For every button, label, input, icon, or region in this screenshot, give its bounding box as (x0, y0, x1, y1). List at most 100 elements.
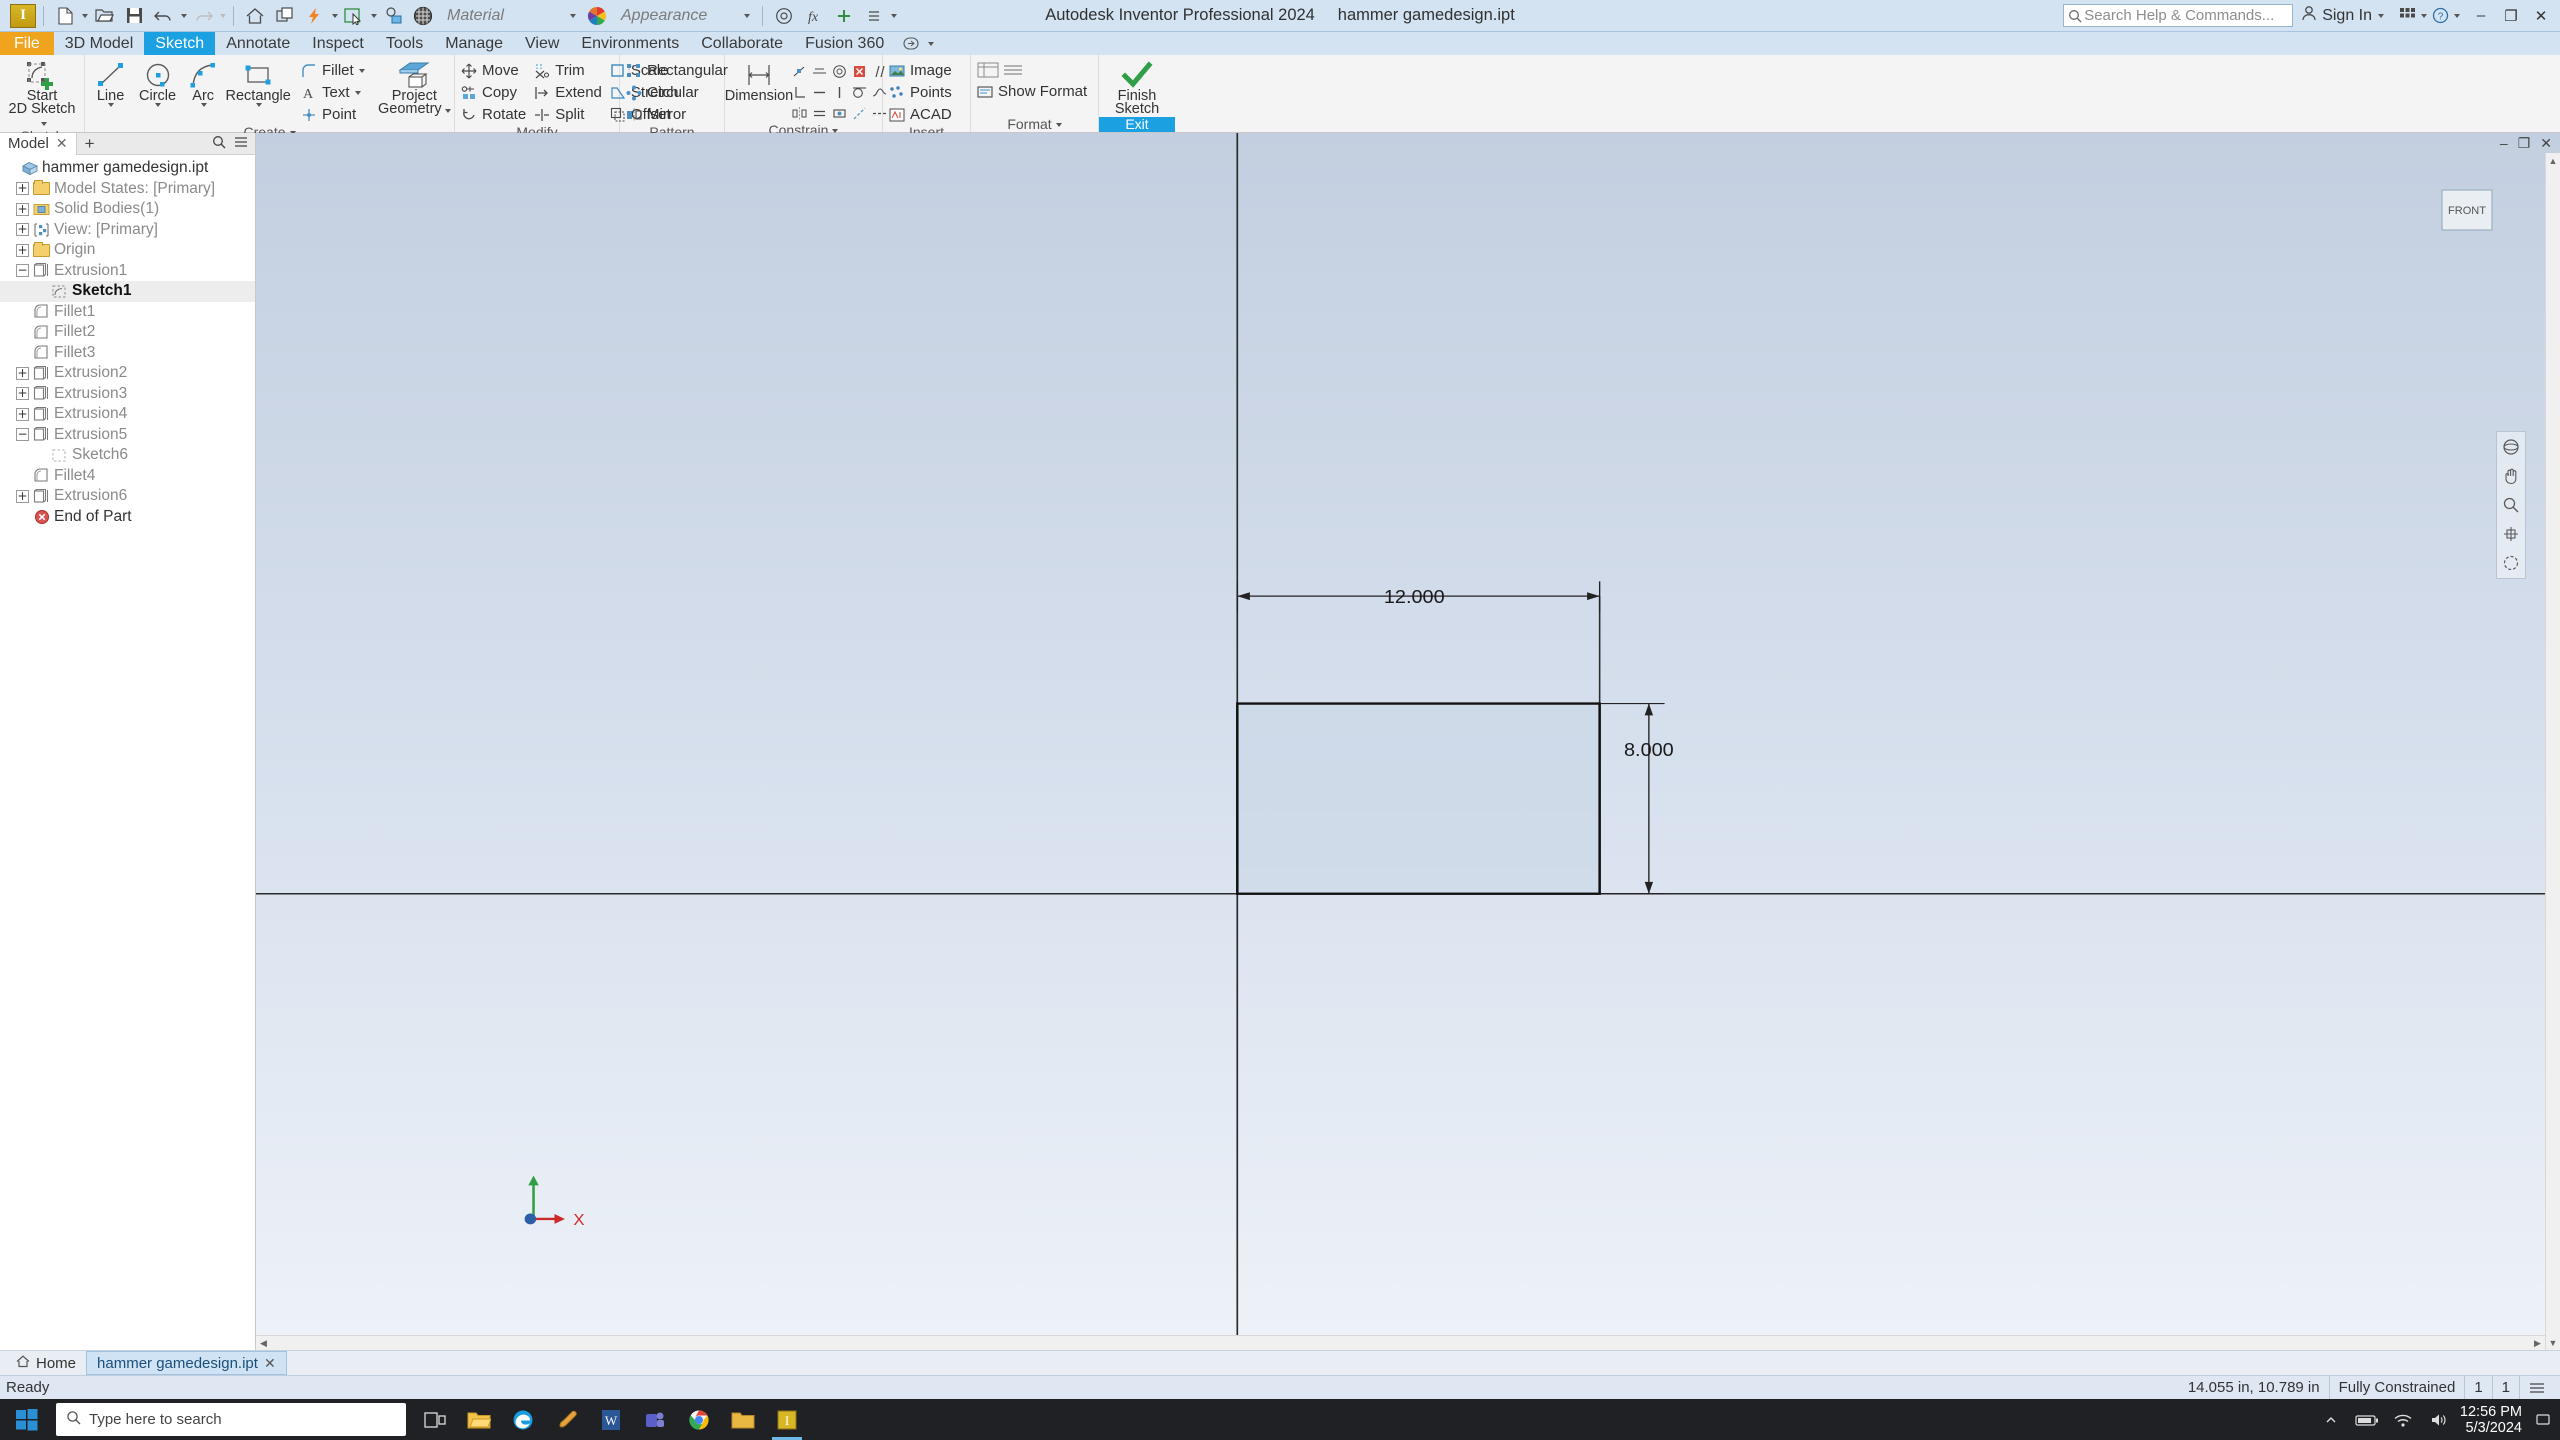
expand-icon[interactable]: + (16, 366, 29, 380)
appearance-selector[interactable]: Appearance (617, 5, 755, 27)
rectangle-dropdown-icon[interactable] (255, 103, 262, 107)
perpendicular-constraint-icon[interactable] (790, 83, 809, 102)
return-button[interactable] (271, 3, 299, 29)
graphics-minimize-button[interactable]: – (2500, 135, 2508, 151)
construction-line-icon[interactable] (850, 104, 869, 123)
word-app-icon[interactable]: W (590, 1399, 632, 1440)
close-icon[interactable]: ✕ (264, 1355, 276, 1372)
color-wheel-icon[interactable] (583, 3, 611, 29)
volume-icon[interactable] (2424, 1399, 2454, 1440)
horizontal-constraint-icon[interactable] (810, 83, 829, 102)
close-icon[interactable]: ✕ (56, 135, 68, 152)
split-tool-button[interactable]: Split (531, 104, 607, 125)
tab-environments[interactable]: Environments (570, 32, 690, 55)
start-button[interactable] (0, 1399, 54, 1440)
trim-tool-button[interactable]: Trim (531, 60, 607, 81)
tree-item-end-of-part[interactable]: End of Part (0, 507, 255, 528)
tab-inspect[interactable]: Inspect (301, 32, 375, 55)
tree-item-fillet4[interactable]: Fillet4 (0, 466, 255, 487)
tab-collaborate[interactable]: Collaborate (690, 32, 794, 55)
sign-in-button[interactable]: Sign In (2301, 5, 2384, 26)
tab-fusion360[interactable]: Fusion 360 (794, 32, 895, 55)
inventor-app-icon[interactable]: I (766, 1399, 808, 1440)
notifications-icon[interactable] (2534, 1399, 2552, 1440)
line-style-icon[interactable] (1001, 60, 1025, 80)
taskbar-search-input[interactable]: Type here to search (56, 1403, 406, 1436)
insert-acad-button[interactable]: ACAD (886, 104, 957, 125)
help-dropdown-icon[interactable] (2454, 13, 2460, 18)
circle-dropdown-icon[interactable] (155, 103, 162, 107)
tree-item-view[interactable]: + View: [Primary] (0, 220, 255, 241)
extend-tool-button[interactable]: Extend (531, 82, 607, 103)
tree-item-extrusion5[interactable]: − Extrusion5 (0, 425, 255, 446)
tree-item-fillet1[interactable]: Fillet1 (0, 302, 255, 323)
document-tab-active[interactable]: hammer gamedesign.ipt ✕ (86, 1351, 287, 1375)
browser-menu-icon[interactable] (234, 135, 248, 152)
teams-app-icon[interactable] (634, 1399, 676, 1440)
edge-browser-icon[interactable] (502, 1399, 544, 1440)
select-dropdown-icon[interactable] (371, 13, 377, 18)
scroll-down-icon[interactable]: ▼ (2545, 1335, 2560, 1350)
vertical-scrollbar[interactable]: ▲ ▼ (2545, 153, 2560, 1350)
graphics-restore-button[interactable]: ❐ (2518, 135, 2531, 152)
customize-icon[interactable] (860, 3, 888, 29)
expand-icon[interactable]: + (16, 407, 29, 421)
symmetric-constraint-icon[interactable] (790, 104, 809, 123)
collapse-icon[interactable]: − (16, 428, 29, 442)
tree-item-solid-bodies[interactable]: + Solid Bodies(1) (0, 199, 255, 220)
collinear-constraint-icon[interactable] (810, 62, 829, 81)
material-selector[interactable]: Material (443, 5, 581, 27)
help-circle-icon[interactable] (770, 3, 798, 29)
tangent-constraint-icon[interactable] (850, 83, 869, 102)
show-format-button[interactable]: Show Format (974, 81, 1092, 102)
fillet-dropdown-icon[interactable] (358, 68, 365, 73)
tree-item-extrusion3[interactable]: + Extrusion3 (0, 384, 255, 405)
collapse-icon[interactable]: − (16, 264, 29, 278)
update-button[interactable] (301, 3, 329, 29)
close-button[interactable]: ✕ (2526, 1, 2556, 31)
tree-item-document[interactable]: hammer gamedesign.ipt (0, 158, 255, 179)
arc-tool-button[interactable]: Arc (182, 58, 224, 107)
fix-constraint-icon[interactable] (850, 62, 869, 81)
help-search-input[interactable]: Search Help & Commands... (2063, 4, 2294, 27)
tab-sketch[interactable]: Sketch (144, 32, 216, 55)
tab-annotate[interactable]: Annotate (215, 32, 301, 55)
measure-button[interactable] (379, 3, 407, 29)
graphics-close-button[interactable]: ✕ (2540, 135, 2552, 152)
tab-manage[interactable]: Manage (434, 32, 514, 55)
equal-constraint-icon[interactable] (810, 104, 829, 123)
rectangular-pattern-button[interactable]: Rectangular (623, 60, 733, 81)
vertical-constraint-icon[interactable] (830, 83, 849, 102)
sign-in-dropdown-icon[interactable] (2378, 13, 2384, 18)
expand-icon[interactable]: + (16, 387, 29, 401)
concentric-constraint-icon[interactable] (830, 62, 849, 81)
appearance-dropdown-icon[interactable] (737, 5, 755, 27)
insert-image-button[interactable]: Image (886, 60, 957, 81)
circular-pattern-button[interactable]: Circular (623, 82, 733, 103)
maximize-button[interactable]: ❐ (2496, 1, 2526, 31)
battery-icon[interactable] (2352, 1399, 2382, 1440)
undo-button[interactable] (150, 3, 178, 29)
show-constraints-icon[interactable] (830, 104, 849, 123)
point-tool-button[interactable]: Point (298, 104, 370, 125)
qat-overflow-icon[interactable] (891, 13, 897, 18)
update-dropdown-icon[interactable] (332, 13, 338, 18)
tree-item-sketch6[interactable]: Sketch6 (0, 445, 255, 466)
app-grid-icon[interactable] (2394, 3, 2420, 29)
help-icon[interactable]: ? (2427, 3, 2453, 29)
coincident-constraint-icon[interactable] (790, 62, 809, 81)
tree-item-fillet2[interactable]: Fillet2 (0, 322, 255, 343)
tree-item-extrusion6[interactable]: + Extrusion6 (0, 486, 255, 507)
scroll-right-icon[interactable]: ▶ (2530, 1336, 2545, 1351)
graphics-window[interactable]: – ❐ ✕ FRONT 12.000 8.000 X ▲ ▼ ◀ ▶ (256, 133, 2560, 1350)
undo-dropdown-icon[interactable] (181, 13, 187, 18)
project-geometry-button[interactable]: Project Geometry (378, 58, 451, 116)
tray-expand-icon[interactable] (2316, 1399, 2346, 1440)
appearance-field[interactable]: Appearance (617, 5, 737, 27)
mirror-tool-button[interactable]: Mirror (623, 104, 733, 125)
tree-item-origin[interactable]: + Origin (0, 240, 255, 261)
material-field[interactable]: Material (443, 5, 563, 27)
expand-icon[interactable]: + (16, 202, 29, 216)
open-file-button[interactable] (90, 3, 118, 29)
scroll-left-icon[interactable]: ◀ (256, 1336, 271, 1351)
